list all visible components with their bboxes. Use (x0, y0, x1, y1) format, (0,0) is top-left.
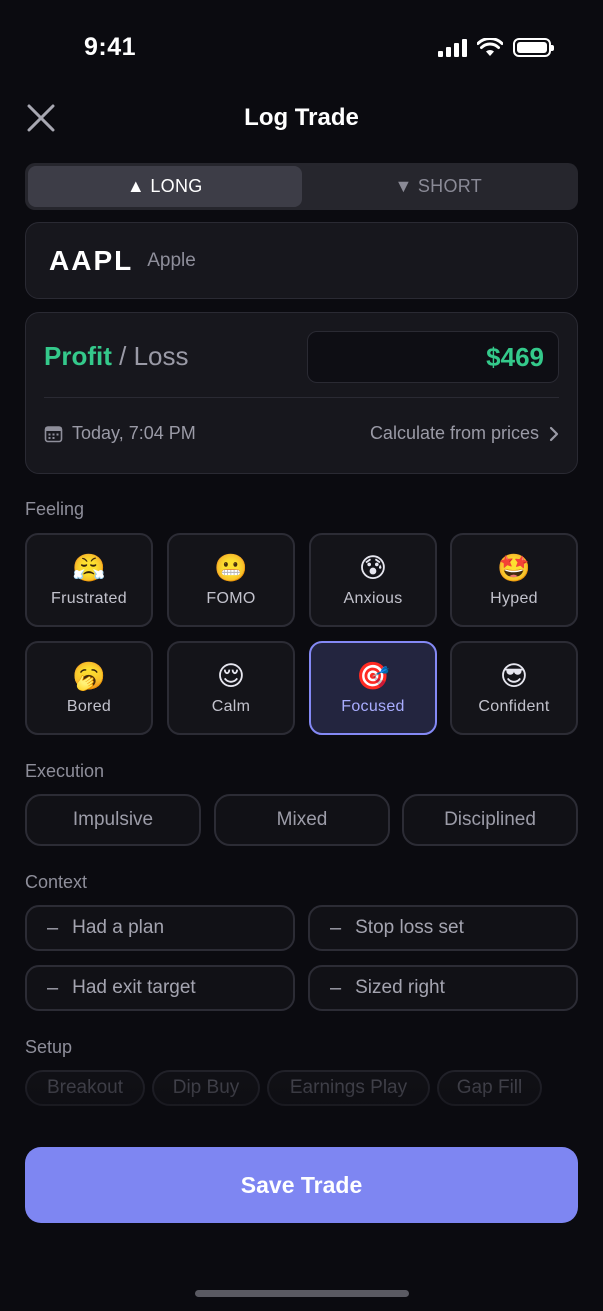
hyped-emoji-icon: 🤩 (497, 553, 531, 583)
wifi-icon (477, 38, 503, 56)
frustrated-emoji-icon: 😤 (72, 553, 106, 583)
focused-emoji-icon: 🎯 (356, 661, 390, 691)
calc-link-label: Calculate from prices (369, 423, 539, 443)
feeling-option-anxious[interactable]: 😰 Anxious (309, 533, 437, 627)
feeling-label: Hyped (490, 590, 538, 607)
profit-label[interactable]: Profit (44, 341, 112, 371)
context-section-label: Context (25, 872, 88, 892)
feeling-label: Confident (478, 698, 550, 715)
pnl-separator: / (111, 341, 134, 371)
feeling-option-hyped[interactable]: 🤩 Hyped (450, 533, 578, 627)
execution-disciplined[interactable]: Disciplined (402, 794, 578, 846)
ticker-card[interactable]: AAPL Apple (25, 222, 578, 299)
pnl-card: Profit / Loss $469 Today, 7:04 PM Calcul… (25, 312, 578, 474)
feeling-option-calm[interactable]: 😌 Calm (167, 641, 295, 735)
minus-icon: – (47, 976, 59, 999)
feeling-label: Frustrated (51, 590, 127, 607)
minus-icon: – (330, 916, 342, 939)
context-sized-right[interactable]: – Sized right (308, 965, 578, 1011)
direction-toggle: ▲ LONG ▼ SHORT (25, 163, 578, 210)
amount-input[interactable]: $469 (307, 331, 559, 383)
calendar-icon (44, 426, 63, 443)
chevron-right-icon (549, 426, 559, 441)
minus-icon: – (47, 916, 59, 939)
calculate-from-prices-link[interactable]: Calculate from prices (370, 423, 559, 444)
context-stop-loss-set[interactable]: – Stop loss set (308, 905, 578, 951)
feeling-label: Anxious (343, 590, 403, 607)
fomo-emoji-icon: 😬 (214, 553, 248, 583)
date-picker[interactable]: Today, 7:04 PM (44, 423, 196, 444)
context-label: Stop loss set (355, 917, 464, 938)
battery-icon (513, 38, 554, 57)
feeling-label: Calm (211, 698, 251, 715)
feeling-option-focused[interactable]: 🎯 Focused (309, 641, 437, 735)
minus-icon: – (330, 976, 342, 999)
ticker-symbol: AAPL (49, 244, 134, 276)
short-option[interactable]: ▼ SHORT (302, 166, 576, 207)
company-name: Apple (147, 249, 196, 271)
pnl-toggle[interactable]: Profit / Loss (44, 341, 188, 372)
save-trade-button[interactable]: Save Trade (25, 1147, 578, 1223)
status-icons (438, 38, 554, 57)
context-label: Had a plan (72, 917, 165, 938)
bored-emoji-icon: 🥱 (72, 661, 106, 691)
setup-gap-fill[interactable]: Gap Fill (437, 1070, 542, 1106)
date-value: Today, 7:04 PM (72, 423, 196, 443)
feeling-label: Focused (341, 698, 405, 715)
setup-section-label: Setup (25, 1037, 73, 1057)
page-title: Log Trade (244, 104, 359, 131)
status-time: 9:41 (84, 33, 137, 61)
home-indicator[interactable] (195, 1290, 409, 1297)
feeling-label: FOMO (206, 590, 256, 607)
loss-label[interactable]: Loss (134, 341, 189, 371)
feeling-label: Bored (66, 698, 112, 715)
setup-dip-buy[interactable]: Dip Buy (152, 1070, 260, 1106)
cellular-signal-icon (438, 38, 467, 57)
status-bar: 9:41 (0, 0, 603, 96)
feeling-section-label: Feeling (25, 499, 85, 519)
context-label: Sized right (355, 977, 445, 998)
feeling-option-confident[interactable]: 😎 Confident (450, 641, 578, 735)
setup-earnings-play[interactable]: Earnings Play (267, 1070, 430, 1106)
execution-section-label: Execution (25, 761, 105, 781)
execution-impulsive[interactable]: Impulsive (25, 794, 201, 846)
calm-emoji-icon: 😌 (216, 661, 246, 691)
context-label: Had exit target (72, 977, 196, 998)
divider (44, 397, 559, 398)
execution-mixed[interactable]: Mixed (214, 794, 390, 846)
feeling-option-frustrated[interactable]: 😤 Frustrated (25, 533, 153, 627)
setup-breakout[interactable]: Breakout (25, 1070, 145, 1106)
long-option[interactable]: ▲ LONG (28, 166, 302, 207)
context-had-a-plan[interactable]: – Had a plan (25, 905, 295, 951)
feeling-option-bored[interactable]: 🥱 Bored (25, 641, 153, 735)
anxious-emoji-icon: 😰 (358, 553, 388, 583)
context-had-exit-target[interactable]: – Had exit target (25, 965, 295, 1011)
feeling-option-fomo[interactable]: 😬 FOMO (167, 533, 295, 627)
confident-emoji-icon: 😎 (499, 661, 529, 691)
